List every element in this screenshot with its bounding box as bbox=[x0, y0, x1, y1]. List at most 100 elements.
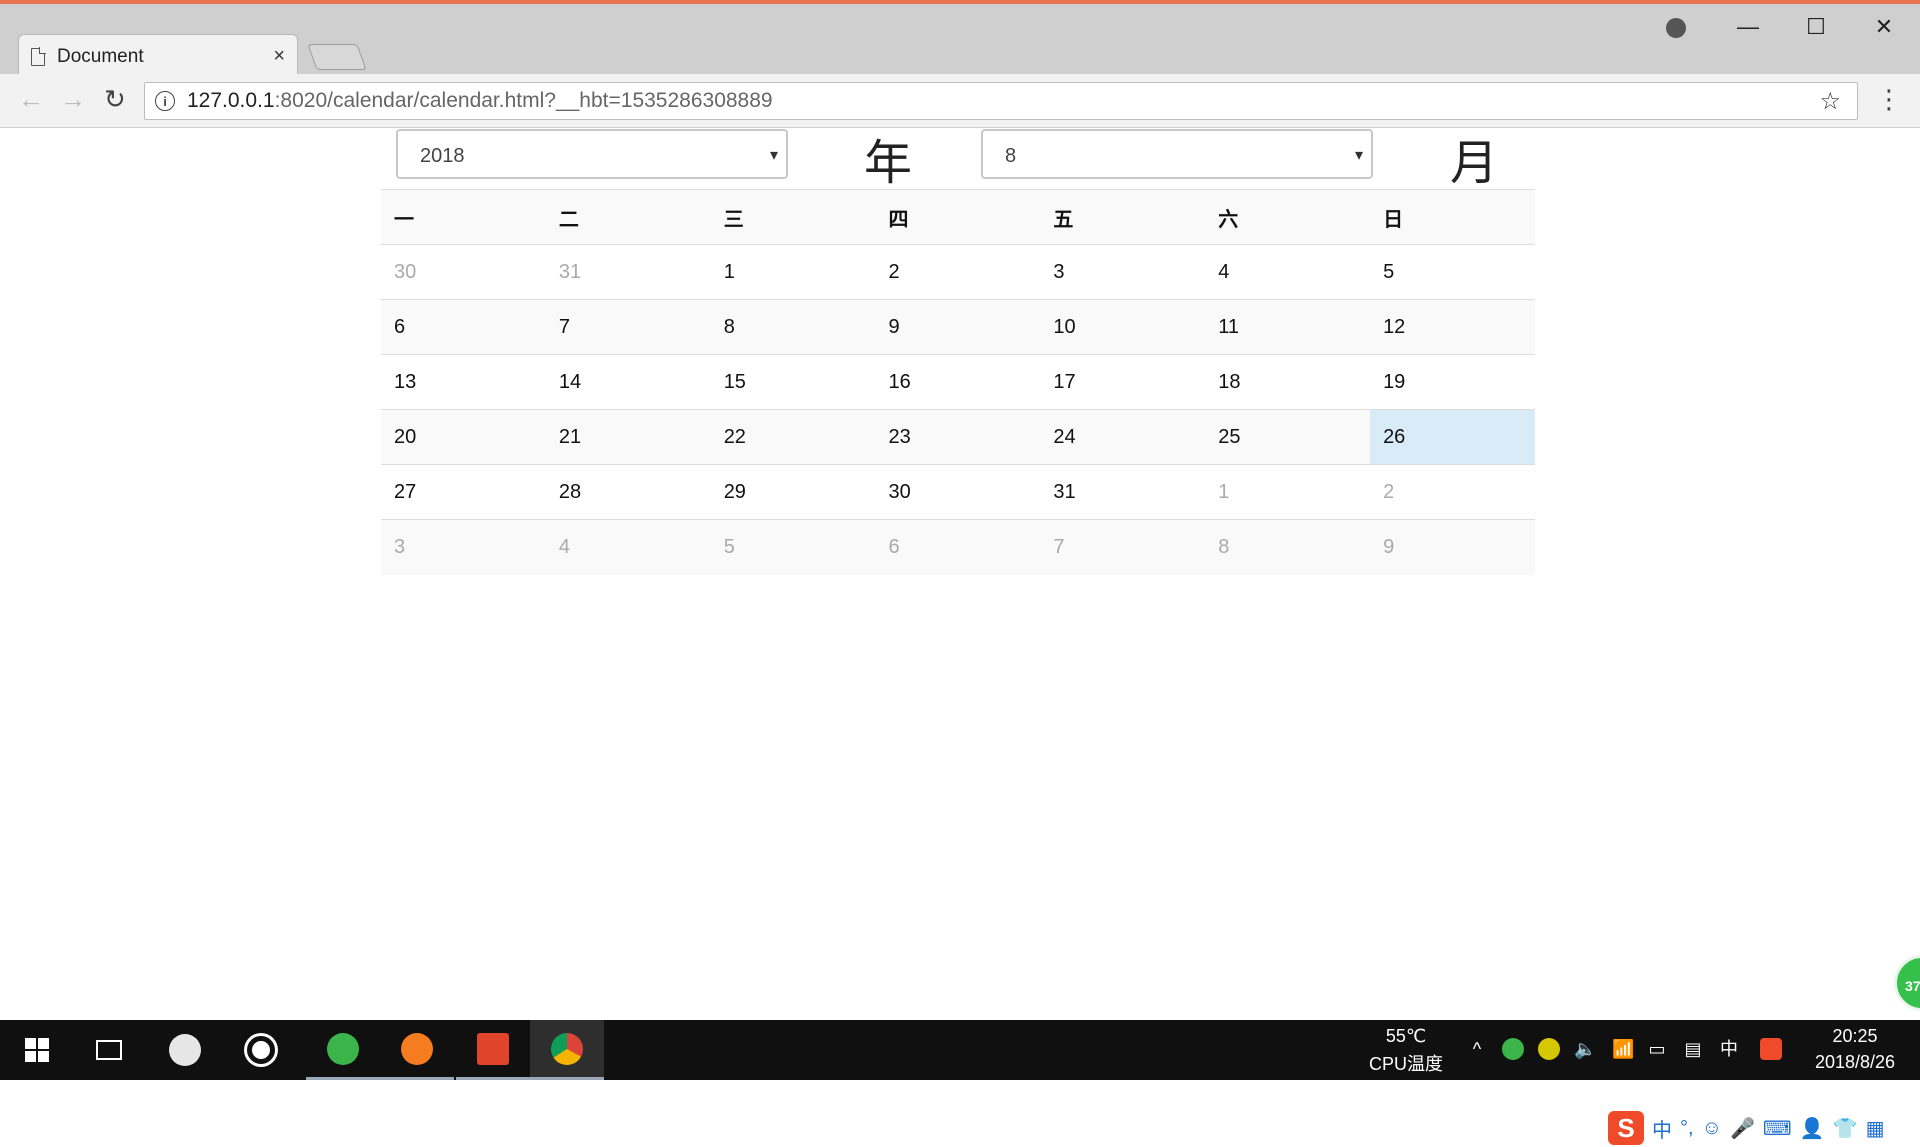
ime-emoji-icon[interactable]: ☺ bbox=[1702, 1117, 1722, 1140]
url-path: :8020/calendar/calendar.html?__hbt=15352… bbox=[274, 89, 773, 112]
back-button[interactable]: ← bbox=[18, 84, 44, 115]
taskbar-app-pinwheel[interactable] bbox=[148, 1020, 222, 1080]
calendar-day[interactable]: 21 bbox=[545, 409, 711, 465]
tray-sogou-icon[interactable] bbox=[1760, 1038, 1782, 1060]
pinwheel-app-icon bbox=[169, 1034, 201, 1066]
calendar-day[interactable]: 20 bbox=[381, 409, 546, 465]
calendar-day[interactable]: 24 bbox=[1040, 409, 1206, 465]
month-label: 月 bbox=[1450, 135, 1499, 191]
task-view-button[interactable] bbox=[72, 1020, 146, 1080]
tray-plus-icon[interactable] bbox=[1538, 1038, 1560, 1060]
tray-ime-mode[interactable]: 中 bbox=[1718, 1038, 1740, 1060]
calendar-day[interactable]: 8 bbox=[710, 299, 876, 355]
floating-widget-badge[interactable]: 37 bbox=[1894, 955, 1920, 1011]
browser-toolbar: ← → ↻ i 127.0.0.1:8020/calendar/calendar… bbox=[0, 74, 1920, 128]
cpu-temperature: 55℃ bbox=[1385, 1026, 1427, 1046]
calendar-day-other-month[interactable]: 5 bbox=[710, 519, 876, 575]
calendar-day[interactable]: 25 bbox=[1205, 409, 1371, 465]
calendar-day[interactable]: 30 bbox=[875, 464, 1041, 520]
clock-date[interactable]: 2018/8/26 bbox=[1800, 1052, 1910, 1073]
taskbar-app-360-browser[interactable] bbox=[306, 1020, 380, 1080]
calendar-day-other-month[interactable]: 1 bbox=[1205, 464, 1371, 520]
calendar-day[interactable]: 29 bbox=[710, 464, 876, 520]
taskbar-app-chrome[interactable] bbox=[530, 1020, 604, 1080]
taskbar-app-ie[interactable] bbox=[224, 1020, 298, 1080]
sogou-ime-logo[interactable]: S bbox=[1608, 1111, 1644, 1145]
browser-tab[interactable]: Document × bbox=[18, 34, 298, 78]
ime-punctuation-icon[interactable]: °, bbox=[1680, 1117, 1694, 1140]
bookmark-star-icon[interactable]: ☆ bbox=[1819, 87, 1841, 116]
calendar-day-other-month[interactable]: 4 bbox=[545, 519, 711, 575]
calendar-day[interactable]: 27 bbox=[381, 464, 546, 520]
calendar-day[interactable]: 12 bbox=[1370, 299, 1535, 355]
new-tab-button[interactable] bbox=[307, 44, 367, 70]
calendar-day[interactable]: 3 bbox=[1040, 244, 1206, 300]
calendar-day[interactable]: 18 bbox=[1205, 354, 1371, 410]
calendar-day-other-month[interactable]: 9 bbox=[1370, 519, 1535, 575]
calendar-day[interactable]: 6 bbox=[381, 299, 546, 355]
tray-battery-icon[interactable]: ▭ bbox=[1646, 1038, 1668, 1060]
ime-skin-icon[interactable]: 👕 bbox=[1833, 1116, 1858, 1141]
tray-360-icon[interactable] bbox=[1502, 1038, 1524, 1060]
calendar-day-other-month[interactable]: 3 bbox=[381, 519, 546, 575]
task-view-icon bbox=[96, 1040, 122, 1060]
ime-user-icon[interactable]: 👤 bbox=[1800, 1116, 1825, 1141]
calendar-day[interactable]: 11 bbox=[1205, 299, 1371, 355]
calendar-day-other-month[interactable]: 6 bbox=[875, 519, 1041, 575]
calendar-day[interactable]: 13 bbox=[381, 354, 546, 410]
reload-button[interactable]: ↻ bbox=[104, 84, 126, 115]
month-select[interactable]: 8 ▾ bbox=[981, 129, 1373, 179]
calendar-day[interactable]: 14 bbox=[545, 354, 711, 410]
address-bar[interactable]: i 127.0.0.1:8020/calendar/calendar.html?… bbox=[144, 82, 1858, 120]
close-window-button[interactable]: ✕ bbox=[1864, 14, 1904, 40]
tray-network-icon[interactable]: 📶 bbox=[1612, 1038, 1634, 1060]
calendar-day[interactable]: 2 bbox=[875, 244, 1041, 300]
calendar-day[interactable]: 22 bbox=[710, 409, 876, 465]
calendar-day[interactable]: 16 bbox=[875, 354, 1041, 410]
calendar-day-today[interactable]: 26 bbox=[1370, 409, 1535, 465]
calendar-day[interactable]: 5 bbox=[1370, 244, 1535, 300]
calendar-day[interactable]: 15 bbox=[710, 354, 876, 410]
calendar-day[interactable]: 1 bbox=[710, 244, 876, 300]
chevron-down-icon: ▾ bbox=[1354, 147, 1363, 164]
year-label: 年 bbox=[864, 135, 913, 191]
weekday-header: 六 bbox=[1205, 189, 1371, 245]
year-select[interactable]: 2018 ▾ bbox=[396, 129, 788, 179]
calendar-day[interactable]: 19 bbox=[1370, 354, 1535, 410]
browser-menu-icon[interactable]: ⋮ bbox=[1876, 84, 1902, 115]
calendar-day[interactable]: 4 bbox=[1205, 244, 1371, 300]
calendar-day-other-month[interactable]: 7 bbox=[1040, 519, 1206, 575]
maximize-button[interactable]: ☐ bbox=[1796, 14, 1836, 40]
tray-chevron-icon[interactable]: ^ bbox=[1466, 1038, 1488, 1060]
calendar-day-other-month[interactable]: 2 bbox=[1370, 464, 1535, 520]
page-content: 2018 ▾ 年 8 ▾ 月 一 二 三 四 五 六 日 30 31 1 2 3 4 5 6 7… bbox=[0, 129, 1920, 1145]
calendar-day[interactable]: 23 bbox=[875, 409, 1041, 465]
taskbar-app-firefox[interactable] bbox=[380, 1020, 454, 1080]
calendar-day[interactable]: 9 bbox=[875, 299, 1041, 355]
start-button[interactable] bbox=[0, 1020, 74, 1080]
tab-close-icon[interactable]: × bbox=[273, 45, 285, 68]
calendar-day-other-month[interactable]: 31 bbox=[545, 244, 711, 300]
calendar-day[interactable]: 31 bbox=[1040, 464, 1206, 520]
tray-volume-icon[interactable]: 🔈 bbox=[1574, 1038, 1596, 1060]
ime-voice-icon[interactable]: 🎤 bbox=[1730, 1116, 1755, 1141]
calendar-table: 一 二 三 四 五 六 日 30 31 1 2 3 4 5 6 7 8 9 10 11 12 13 14 15 1… bbox=[381, 189, 1535, 575]
cpu-temperature-label: CPU温度 bbox=[1368, 1054, 1443, 1074]
profile-icon[interactable] bbox=[1666, 18, 1686, 38]
calendar-day[interactable]: 10 bbox=[1040, 299, 1206, 355]
taskbar-app-hbuilder[interactable] bbox=[456, 1020, 530, 1080]
forward-button[interactable]: → bbox=[60, 84, 86, 115]
calendar-day[interactable]: 17 bbox=[1040, 354, 1206, 410]
calendar-day-other-month[interactable]: 30 bbox=[381, 244, 546, 300]
weekday-header-row: 一 二 三 四 五 六 日 bbox=[381, 189, 1535, 245]
site-info-icon[interactable]: i bbox=[155, 91, 175, 111]
calendar-day-other-month[interactable]: 8 bbox=[1205, 519, 1371, 575]
ime-toolbox-icon[interactable]: ▦ bbox=[1866, 1116, 1885, 1141]
calendar-day[interactable]: 28 bbox=[545, 464, 711, 520]
ime-keyboard-icon[interactable]: ⌨ bbox=[1763, 1116, 1792, 1141]
ime-chinese-mode[interactable]: 中 bbox=[1652, 1114, 1672, 1143]
calendar-day[interactable]: 7 bbox=[545, 299, 711, 355]
tray-action-center-icon[interactable]: ▤ bbox=[1682, 1038, 1704, 1060]
minimize-button[interactable]: — bbox=[1728, 14, 1768, 40]
clock-time[interactable]: 20:25 bbox=[1800, 1026, 1910, 1047]
